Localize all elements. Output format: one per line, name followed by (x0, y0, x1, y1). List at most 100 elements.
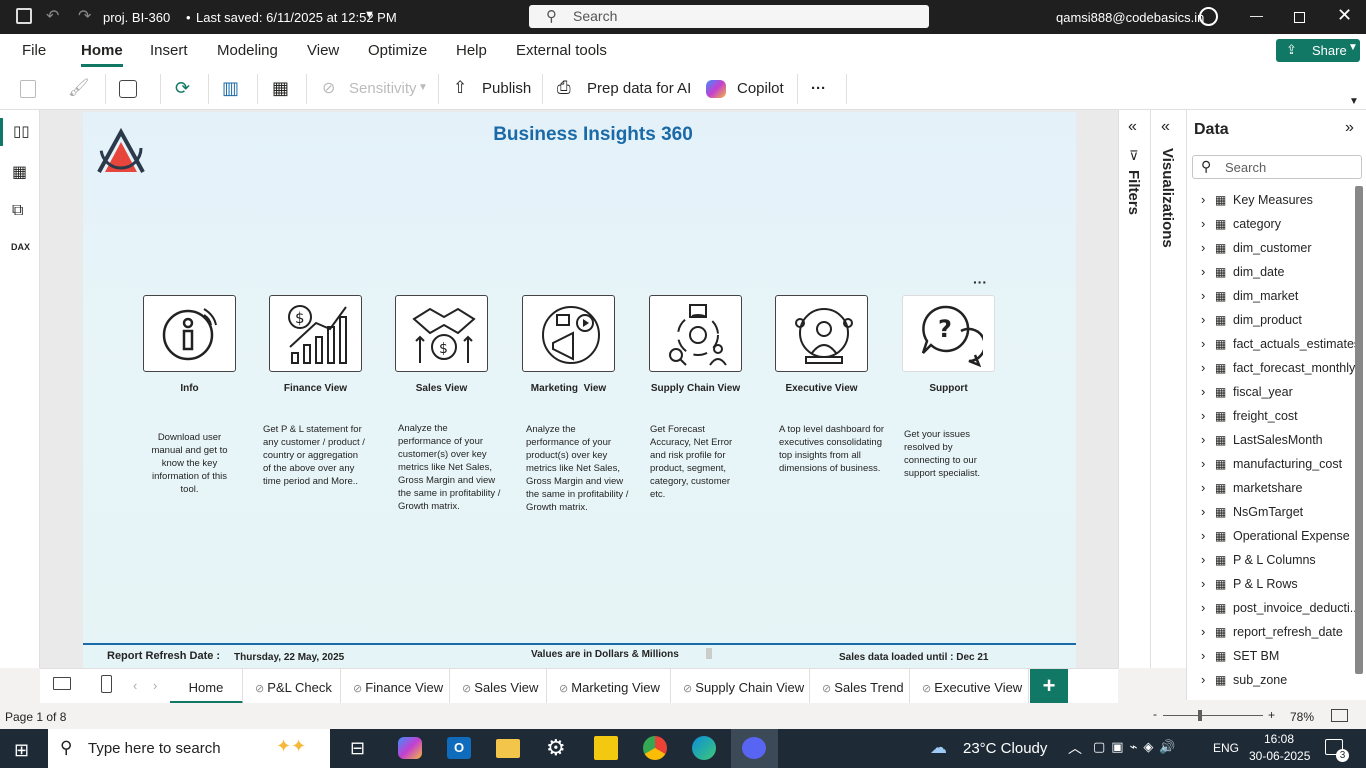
field-item[interactable]: › ▦ fact_actuals_estimates (1187, 336, 1360, 356)
clock-time[interactable]: 16:08 (1264, 732, 1294, 746)
field-item[interactable]: › ▦ post_invoice_deducti... (1187, 600, 1360, 620)
executive-view-card[interactable] (775, 295, 868, 372)
visualizations-label[interactable]: Visualizations (1159, 148, 1176, 248)
page-tab-finance-view[interactable]: ⊘ Finance View (341, 669, 450, 704)
model-view-icon[interactable]: ⧉ (12, 202, 23, 220)
field-item[interactable]: › ▦ dim_customer (1187, 240, 1352, 260)
more-options-icon[interactable]: ··· (811, 80, 826, 97)
zoom-slider[interactable] (1163, 715, 1263, 716)
tab-file[interactable]: File (22, 42, 46, 59)
file-explorer-icon[interactable] (496, 739, 520, 758)
redo-icon[interactable]: ↷ (78, 6, 91, 26)
outlook-icon[interactable]: O (447, 737, 471, 759)
next-page-icon[interactable]: › (153, 678, 157, 693)
dax-query-icon[interactable]: DAX (11, 242, 30, 252)
maximize-icon[interactable] (1294, 12, 1305, 23)
field-item[interactable]: › ▦ marketshare (1187, 480, 1352, 500)
task-view-icon[interactable]: ⊟ (350, 738, 365, 759)
close-icon[interactable]: ✕ (1337, 5, 1352, 26)
windows-start-icon[interactable]: ⊞ (14, 740, 29, 761)
tab-insert[interactable]: Insert (150, 42, 188, 59)
table-view-icon[interactable]: ▦ (12, 162, 27, 182)
paste-icon[interactable] (20, 80, 36, 98)
info-card[interactable] (143, 295, 236, 372)
prev-page-icon[interactable]: ‹ (133, 678, 137, 693)
visualizations-pane[interactable]: « Visualizations (1150, 110, 1186, 668)
field-item[interactable]: › ▦ Operational Expense (1187, 528, 1352, 548)
weather-text[interactable]: 23°C Cloudy (963, 740, 1047, 757)
support-card[interactable]: ? (902, 295, 995, 372)
fit-to-page-icon[interactable] (1331, 709, 1348, 722)
supply-chain-view-card[interactable] (649, 295, 742, 372)
field-item[interactable]: › ▦ report_refresh_date (1187, 624, 1352, 644)
tray-icons[interactable]: ▢▣⌁◈🔊 (1093, 739, 1182, 755)
expand-pane-icon[interactable]: » (1345, 119, 1354, 137)
field-item[interactable]: › ▦ dim_date (1187, 264, 1352, 284)
zoom-level[interactable]: 78% (1290, 710, 1314, 724)
undo-icon[interactable]: ↶ (46, 6, 59, 26)
page-tab-pl-check[interactable]: ⊘ P&L Check (243, 669, 341, 704)
field-item[interactable]: › ▦ category (1187, 216, 1352, 236)
prep-data-button[interactable]: Prep data for AI (587, 80, 691, 97)
minimize-icon[interactable]: — (1250, 8, 1263, 23)
language-indicator[interactable]: ENG (1213, 741, 1239, 755)
chatgpt-icon[interactable]: ⚙ (546, 735, 566, 761)
zoom-in-icon[interactable]: + (1268, 708, 1275, 722)
more-options-icon[interactable]: ··· (973, 274, 987, 290)
scroll-handle[interactable] (706, 648, 712, 659)
prep-data-icon[interactable]: ⎙ (557, 78, 571, 98)
finance-view-card[interactable]: $ (269, 295, 362, 372)
field-item[interactable]: › ▦ P & L Columns (1187, 552, 1352, 572)
desktop-view-icon[interactable] (53, 677, 71, 690)
field-item[interactable]: › ▦ SET BM (1187, 648, 1352, 668)
collapse-filters-icon[interactable]: « (1128, 118, 1137, 136)
scrollbar[interactable] (1355, 186, 1363, 674)
tab-external-tools[interactable]: External tools (516, 42, 607, 59)
edge-icon[interactable] (692, 736, 716, 760)
field-item[interactable]: › ▦ LastSalesMonth (1187, 432, 1352, 452)
tab-view[interactable]: View (307, 42, 339, 59)
page-tab-executive-view[interactable]: ⊘ Executive View (910, 669, 1029, 704)
tab-home[interactable]: Home (81, 42, 123, 67)
search-input[interactable]: ⚲ Search (529, 5, 929, 28)
page-tab-supply-chain-view[interactable]: ⊘ Supply Chain View (671, 669, 810, 704)
page-tab-home[interactable]: Home (170, 669, 243, 704)
marketing-view-card[interactable] (522, 295, 615, 372)
field-item[interactable]: › ▦ dim_product (1187, 312, 1352, 332)
user-account[interactable]: qamsi888@codebasics.in (1056, 10, 1204, 25)
file-title[interactable]: proj. BI-360 (103, 10, 170, 25)
data-search-input[interactable]: ⚲ Search (1192, 155, 1362, 179)
tab-modeling[interactable]: Modeling (217, 42, 278, 59)
field-item[interactable]: › ▦ fact_forecast_monthly (1187, 360, 1355, 380)
zoom-thumb[interactable] (1198, 710, 1202, 721)
avatar-icon[interactable] (1199, 7, 1218, 26)
page-tab-sales-view[interactable]: ⊘ Sales View (450, 669, 547, 704)
save-icon[interactable] (16, 8, 32, 24)
refresh-icon[interactable]: ⟳ (175, 78, 190, 99)
taskbar-search-input[interactable]: ⚲ Type here to search ✦✦ (48, 729, 330, 768)
tab-optimize[interactable]: Optimize (368, 42, 427, 59)
collapse-viz-icon[interactable]: « (1161, 118, 1170, 136)
share-button[interactable]: ⇪ Share ▼ (1276, 39, 1360, 62)
sensitivity-icon[interactable]: ⊘ (322, 78, 335, 98)
field-item[interactable]: › ▦ fiscal_year (1187, 384, 1352, 404)
page-tab-sales-trend[interactable]: ⊘ Sales Trend (810, 669, 910, 704)
field-item[interactable]: › ▦ NsGmTarget (1187, 504, 1352, 524)
copilot-icon[interactable] (706, 80, 726, 98)
report-view-icon[interactable] (0, 118, 3, 146)
filters-label[interactable]: Filters (1125, 170, 1142, 215)
field-item[interactable]: › ▦ freight_cost (1187, 408, 1352, 428)
add-page-button[interactable]: + (1030, 669, 1068, 704)
publish-icon[interactable]: ⇧ (453, 78, 467, 98)
copilot-button[interactable]: Copilot (737, 80, 784, 97)
tab-help[interactable]: Help (456, 42, 487, 59)
field-item[interactable]: › ▦ dim_market (1187, 288, 1352, 308)
page-tab-marketing-view[interactable]: ⊘ Marketing View (547, 669, 671, 704)
sensitivity-button[interactable]: Sensitivity (349, 80, 417, 97)
report-view-icon[interactable]: ▯▯ (13, 122, 30, 140)
calculator-icon[interactable]: ▦ (272, 78, 289, 99)
chevron-down-icon[interactable]: ▼ (364, 9, 375, 21)
power-bi-icon[interactable] (594, 736, 618, 760)
field-item[interactable]: › ▦ P & L Rows (1187, 576, 1352, 596)
sales-view-card[interactable]: $ (395, 295, 488, 372)
